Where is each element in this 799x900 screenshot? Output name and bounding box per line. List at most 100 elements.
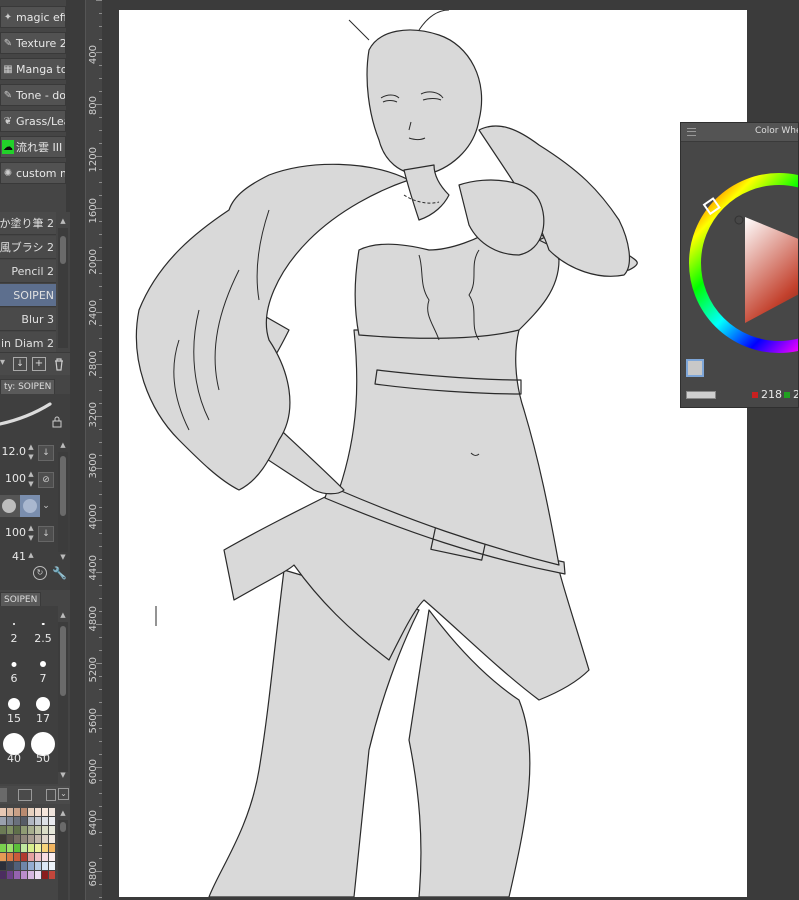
color-swatch[interactable] <box>21 835 27 843</box>
delete-subtool-icon[interactable] <box>52 357 66 371</box>
main-color-swatch[interactable] <box>686 359 704 377</box>
color-swatch[interactable] <box>49 844 55 852</box>
panel-menu-icon[interactable] <box>687 128 696 136</box>
color-swatch[interactable] <box>0 817 6 825</box>
color-swatch[interactable] <box>28 808 34 816</box>
brush-item[interactable]: ✎ Texture 2 <box>0 32 66 54</box>
sub-tool-item[interactable]: か塗り筆 2 <box>0 212 56 235</box>
color-swatch[interactable] <box>49 817 55 825</box>
drawing-canvas[interactable] <box>119 10 747 897</box>
brush-size-option[interactable]: 50 <box>29 730 57 768</box>
color-swatch[interactable] <box>35 853 41 861</box>
color-wheel-header[interactable]: Color Wheel <box>681 123 798 142</box>
brush-size-option[interactable]: 7 <box>29 650 57 688</box>
brush-size-option[interactable]: 6 <box>0 650 28 688</box>
color-scroll-thumb[interactable] <box>60 822 66 832</box>
subtool-scroll-up-button[interactable]: ▲ <box>58 216 68 226</box>
color-swatch[interactable] <box>21 844 27 852</box>
color-swatch[interactable] <box>14 808 20 816</box>
color-swatch[interactable] <box>42 817 48 825</box>
pressure-settings-icon[interactable]: ↓ <box>38 445 54 461</box>
color-swatch[interactable] <box>0 862 6 870</box>
color-swatch[interactable] <box>14 844 20 852</box>
color-swatch[interactable] <box>7 844 13 852</box>
color-swatch[interactable] <box>28 817 34 825</box>
color-swatch[interactable] <box>35 844 41 852</box>
brush-size-option[interactable]: 15 <box>0 690 28 728</box>
color-swatch[interactable] <box>21 862 27 870</box>
brush-item[interactable]: ☁ 流れ雲 III <box>0 136 66 158</box>
color-swatch[interactable] <box>35 862 41 870</box>
color-scroll-up-button[interactable]: ▲ <box>58 808 68 818</box>
tool-property-tab[interactable]: ty: SOIPEN <box>0 379 56 394</box>
subtool-scroll-thumb[interactable] <box>60 236 66 264</box>
color-swatch[interactable] <box>14 862 20 870</box>
color-swatch[interactable] <box>7 808 13 816</box>
color-swatch[interactable] <box>14 835 20 843</box>
color-swatch[interactable] <box>21 871 27 879</box>
brush-size-value[interactable]: 12.0 <box>0 442 27 462</box>
color-swatch[interactable] <box>0 808 6 816</box>
color-swatch[interactable] <box>14 871 20 879</box>
brush-size-tab[interactable]: SOIPEN <box>0 592 42 607</box>
size-scroll-down-button[interactable]: ▼ <box>58 770 68 780</box>
brush-tip-selector[interactable] <box>0 495 40 517</box>
color-wheel[interactable] <box>687 173 798 357</box>
brush-size-option[interactable]: 2 <box>0 610 28 648</box>
color-swatch[interactable] <box>28 862 34 870</box>
color-swatch[interactable] <box>7 835 13 843</box>
brush-size-option[interactable]: 17 <box>29 690 57 728</box>
tool-settings-icon[interactable]: ↻ <box>33 566 47 580</box>
color-swatch[interactable] <box>7 853 13 861</box>
color-swatch[interactable] <box>28 844 34 852</box>
color-swatch[interactable] <box>35 835 41 843</box>
color-swatch[interactable] <box>14 853 20 861</box>
color-swatch[interactable] <box>35 871 41 879</box>
color-swatch[interactable] <box>0 826 6 834</box>
sub-tool-item[interactable]: Blur 3 <box>0 308 56 331</box>
size-scroll-thumb[interactable] <box>60 626 66 696</box>
brush-item[interactable]: ✦magic effe <box>0 6 66 28</box>
collapse-arrow-icon[interactable]: ▾ <box>0 357 8 371</box>
color-swatch[interactable] <box>42 826 48 834</box>
sub-tool-item[interactable]: SOIPEN <box>0 284 56 307</box>
color-swatch[interactable] <box>35 826 41 834</box>
color-swatch[interactable] <box>28 853 34 861</box>
brush-item[interactable]: ▦Manga tool <box>0 58 66 80</box>
property-scroll-up-button[interactable]: ▲ <box>58 440 68 450</box>
color-swatch[interactable] <box>49 826 55 834</box>
brush-size-spinner[interactable]: ▲ ▼ <box>27 442 35 462</box>
color-swatch[interactable] <box>42 862 48 870</box>
color-swatch[interactable] <box>35 808 41 816</box>
opacity-spinner[interactable]: ▲ ▼ <box>27 469 35 489</box>
color-swatch[interactable] <box>0 871 6 879</box>
round-tip-icon[interactable] <box>2 499 16 513</box>
brush-palette-scrollbar[interactable] <box>66 0 70 212</box>
color-swatch[interactable] <box>21 808 27 816</box>
property-scroll-down-button[interactable]: ▼ <box>58 552 68 562</box>
soft-tip-icon[interactable] <box>20 495 40 517</box>
color-swatch[interactable] <box>14 817 20 825</box>
color-swatch[interactable] <box>28 835 34 843</box>
color-swatch[interactable] <box>49 808 55 816</box>
size-scrollbar[interactable] <box>58 622 68 772</box>
color-swatch[interactable] <box>42 871 48 879</box>
color-scrollbar[interactable] <box>58 820 68 900</box>
color-swatch[interactable] <box>7 871 13 879</box>
color-swatch[interactable] <box>7 817 13 825</box>
sub-tool-item[interactable]: Pencil 2 <box>0 260 56 283</box>
color-swatch[interactable] <box>21 853 27 861</box>
color-swatch[interactable] <box>0 853 6 861</box>
color-tab-menu-icon[interactable]: ⌄ <box>58 788 69 800</box>
transparent-color-swatch[interactable] <box>686 391 716 399</box>
color-swatch[interactable] <box>49 853 55 861</box>
color-swatch[interactable] <box>21 817 27 825</box>
color-swatch[interactable] <box>42 835 48 843</box>
color-swatch[interactable] <box>28 826 34 834</box>
color-swatch[interactable] <box>7 862 13 870</box>
brush-size-option[interactable]: 40 <box>0 730 28 768</box>
opacity-value[interactable]: 100 <box>0 469 26 489</box>
opacity-link-icon[interactable]: ⊘ <box>38 472 54 488</box>
subtool-scrollbar[interactable] <box>58 228 68 348</box>
color-swatch[interactable] <box>21 826 27 834</box>
